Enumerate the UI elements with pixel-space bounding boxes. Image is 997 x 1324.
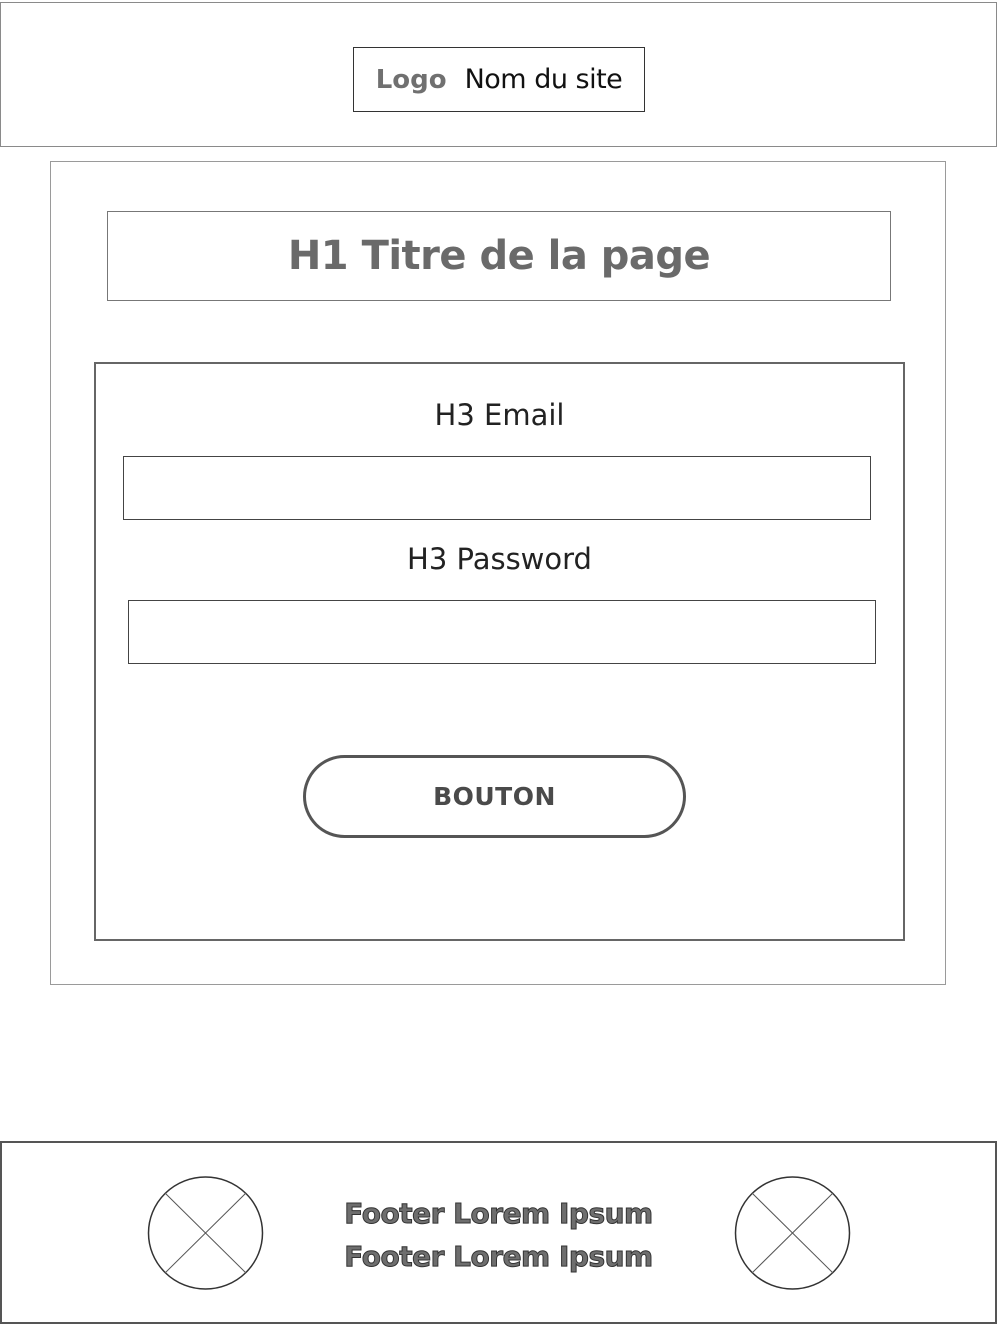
page-title-box: H1 Titre de la page: [107, 211, 891, 301]
brand-link[interactable]: Logo Nom du site: [353, 47, 645, 112]
site-name: Nom du site: [464, 64, 623, 95]
image-placeholder-icon: [147, 1176, 264, 1290]
footer-text: Footer Lorem Ipsum: [344, 1240, 654, 1274]
page-title: H1 Titre de la page: [287, 233, 711, 279]
logo: Logo: [375, 64, 447, 95]
password-field[interactable]: [128, 600, 876, 664]
image-placeholder-icon: [734, 1176, 851, 1290]
footer-text: Footer Lorem Ipsum: [344, 1197, 654, 1231]
submit-button[interactable]: BOUTON: [303, 755, 686, 838]
email-field[interactable]: [123, 456, 871, 520]
password-label: H3 Password: [407, 542, 592, 576]
email-label: H3 Email: [434, 398, 565, 432]
